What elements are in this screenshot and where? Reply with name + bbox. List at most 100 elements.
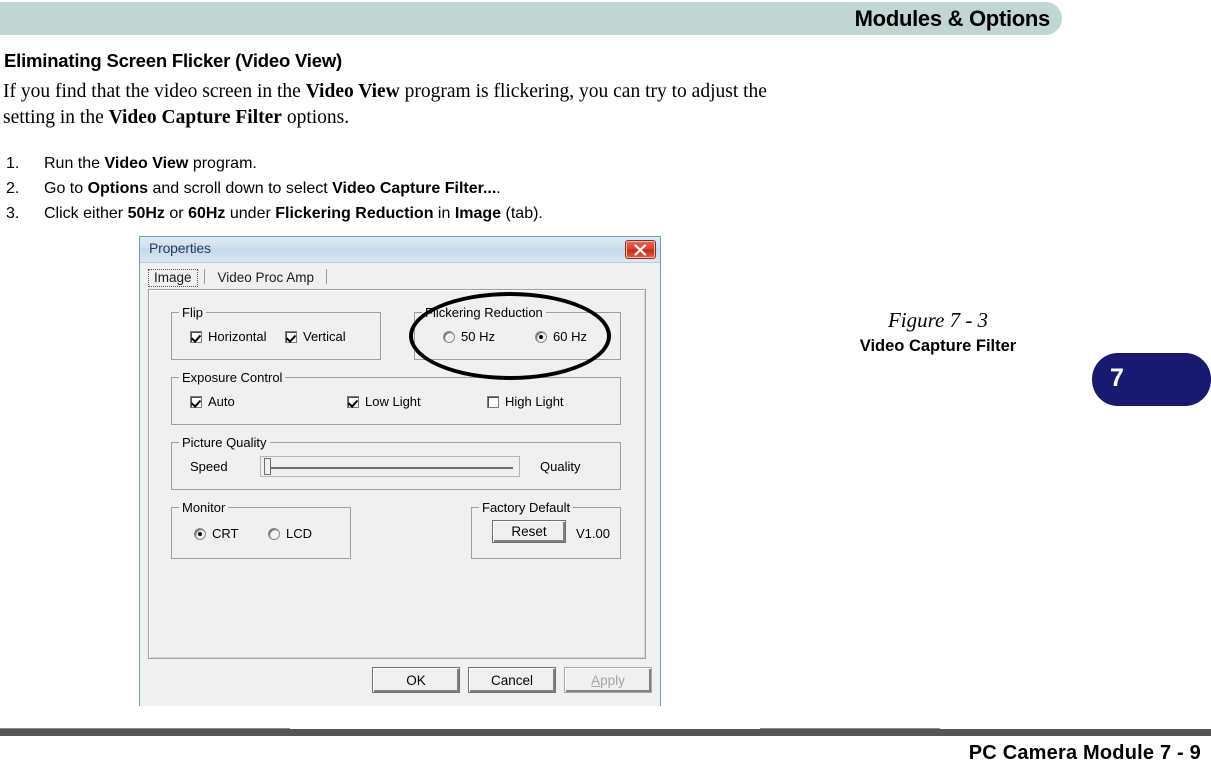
step-text-strong: 50Hz (127, 205, 165, 222)
group-exposure-control-label: Exposure Control (179, 370, 286, 385)
group-factory-default: Factory Default Reset V1.00 (471, 500, 621, 559)
step-text-strong: 60Hz (188, 205, 226, 222)
step-text-plain: Run the (44, 155, 105, 172)
tab-video-proc-amp[interactable]: Video Proc Amp (211, 269, 320, 287)
group-monitor: Monitor CRT LCD (171, 500, 351, 559)
checkbox-auto-label: Auto (208, 394, 235, 409)
page-header-title: Modules & Options (854, 6, 1051, 31)
intro-text-3: options. (281, 107, 350, 128)
step-item: 1. Run the Video View program. (6, 151, 806, 176)
checkbox-vertical[interactable]: Vertical (285, 329, 346, 344)
group-picture-quality: Picture Quality Speed Quality (171, 435, 621, 490)
numbered-step-list: 1. Run the Video View program. 2. Go to Opt… (6, 151, 806, 226)
radio-lcd-label: LCD (286, 526, 313, 541)
checkbox-low-light[interactable]: Low Light (347, 394, 421, 409)
cancel-button[interactable]: Cancel (468, 667, 556, 693)
step-text-plain: program. (188, 155, 257, 172)
checkbox-low-light-box[interactable] (347, 395, 359, 408)
radio-60hz-dot[interactable] (535, 330, 547, 343)
radio-crt[interactable]: CRT (194, 526, 238, 541)
step-text-strong: Options (87, 180, 149, 197)
intro-paragraph: If you find that the video screen in the… (3, 79, 813, 131)
footer-page-label: PC Camera Module 7 - 9 (968, 742, 1201, 764)
radio-50hz-label: 50 Hz (461, 329, 495, 344)
header-bar: Modules & Options (0, 2, 1062, 35)
slider-thumb[interactable] (264, 458, 271, 475)
step-text-plain: Click either (44, 205, 128, 222)
group-flickering-reduction: Flickering Reduction 50 Hz 60 Hz (414, 305, 621, 360)
checkbox-auto[interactable]: Auto (190, 394, 235, 409)
step-text: Go to Options and scroll down to select … (44, 176, 501, 201)
intro-bold-video-capture-filter: Video Capture Filter (108, 107, 282, 128)
group-monitor-label: Monitor (179, 500, 229, 515)
group-picture-quality-label: Picture Quality (179, 435, 270, 450)
step-text-plain: . (496, 180, 501, 197)
slider-track-line (269, 466, 513, 469)
intro-text-1: If you find that the video screen in the (3, 81, 306, 102)
checkbox-high-light-box[interactable] (487, 395, 499, 408)
checkbox-low-light-label: Low Light (365, 394, 421, 409)
radio-crt-dot[interactable] (194, 527, 206, 540)
radio-50hz[interactable]: 50 Hz (443, 329, 495, 344)
image-tab-panel: Flip Horizontal Vertical Flickering Redu… (148, 289, 646, 659)
picture-quality-left-label: Speed (190, 459, 228, 474)
step-text-plain: Go to (44, 180, 88, 197)
group-flip: Flip Horizontal Vertical (171, 305, 381, 360)
figure-caption: Video Capture Filter (859, 337, 1017, 355)
step-number: 1. (6, 155, 20, 172)
dialog-body: Image Video Proc Amp Flip Horizontal Ver… (140, 263, 660, 706)
tab-divider-end (326, 269, 328, 284)
group-flickering-reduction-label: Flickering Reduction (422, 305, 546, 320)
step-text-strong: Image (454, 205, 502, 222)
slider-quality-label: Quality (540, 459, 580, 474)
slider-speed-label: Speed (190, 459, 228, 474)
step-text-strong: Video Capture Filter... (332, 180, 497, 197)
properties-dialog: Properties Image Video Proc Amp Flip Hor… (139, 236, 661, 706)
close-icon[interactable] (625, 240, 656, 259)
apply-button-rest: pply (600, 672, 625, 688)
apply-button-accel: A (591, 672, 601, 688)
checkbox-high-light-label: High Light (505, 394, 564, 409)
radio-60hz-label: 60 Hz (553, 329, 587, 344)
picture-quality-right-label: Quality (540, 459, 581, 474)
radio-50hz-dot[interactable] (443, 330, 455, 343)
figure-number: Figure 7 - 3 (887, 308, 989, 332)
step-text-plain: and scroll down to select (148, 180, 333, 197)
step-text-strong: Video View (104, 155, 189, 172)
tab-divider (203, 269, 205, 284)
step-text-plain: or (164, 205, 189, 222)
radio-60hz[interactable]: 60 Hz (535, 329, 587, 344)
intro-bold-video-view: Video View (305, 81, 400, 102)
step-item: 2. Go to Options and scroll down to selec… (6, 176, 806, 201)
reset-button[interactable]: Reset (492, 520, 566, 543)
radio-lcd[interactable]: LCD (268, 526, 312, 541)
checkbox-horizontal[interactable]: Horizontal (190, 329, 267, 344)
ok-button[interactable]: OK (372, 667, 460, 693)
step-number: 2. (6, 180, 20, 197)
step-text-plain: under (225, 205, 276, 222)
chapter-tab-marker: 7 (1092, 353, 1211, 406)
footer-rule (0, 729, 1211, 736)
section-heading: Eliminating Screen Flicker (Video View) (4, 50, 342, 71)
tab-strip: Image Video Proc Amp (148, 269, 329, 289)
step-text: Run the Video View program. (44, 151, 257, 176)
chapter-number: 7 (1110, 364, 1124, 392)
tab-image[interactable]: Image (148, 269, 198, 287)
checkbox-high-light[interactable]: High Light (487, 394, 564, 409)
firmware-version: V1.00 (576, 526, 610, 541)
step-text-plain: (tab). (501, 205, 543, 222)
step-text-plain: in (433, 205, 455, 222)
dialog-title: Properties (149, 240, 211, 256)
picture-quality-slider[interactable] (260, 456, 520, 477)
group-flip-label: Flip (179, 305, 206, 320)
checkbox-auto-box[interactable] (190, 395, 202, 408)
checkbox-vertical-box[interactable] (285, 330, 297, 343)
group-exposure-control: Exposure Control Auto Low Light High Lig… (171, 370, 621, 425)
dialog-title-bar[interactable]: Properties (140, 237, 660, 263)
apply-button: Apply (564, 667, 652, 693)
group-factory-default-label: Factory Default (479, 500, 574, 515)
radio-lcd-dot[interactable] (268, 527, 280, 540)
checkbox-horizontal-box[interactable] (190, 330, 202, 343)
radio-crt-label: CRT (212, 526, 239, 541)
step-item: 3. Click either 50Hz or 60Hz under Flicke… (6, 201, 806, 226)
